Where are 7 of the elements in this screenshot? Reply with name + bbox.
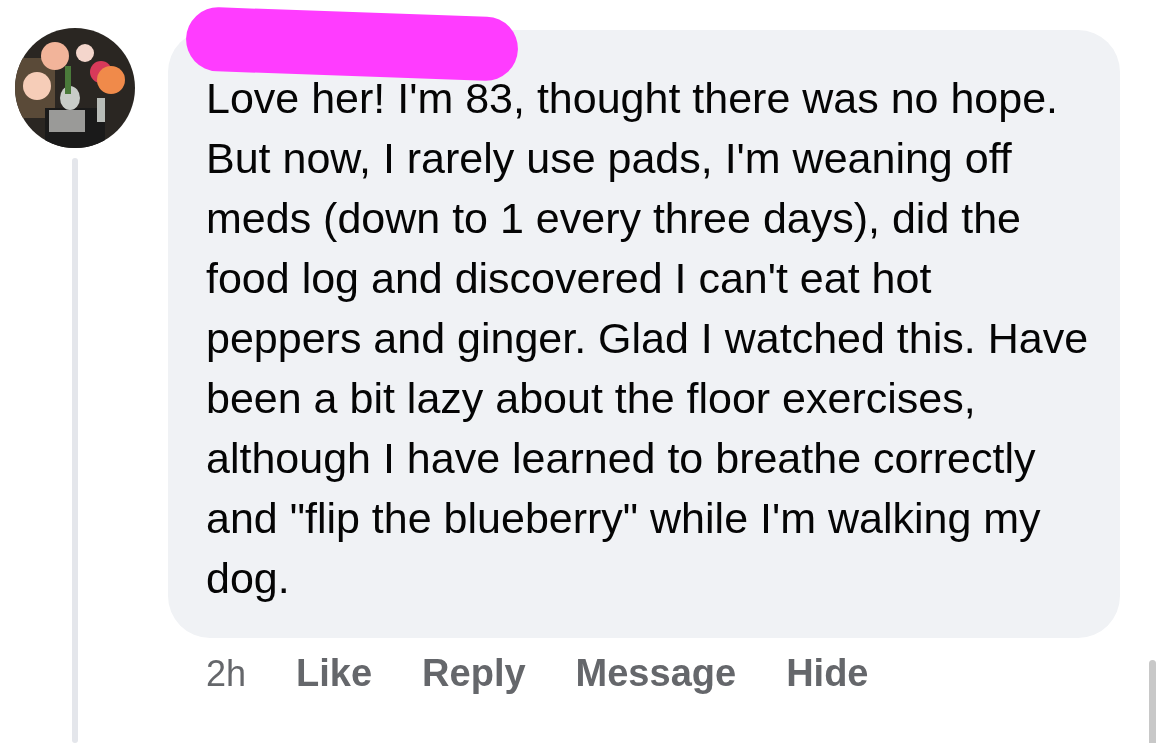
action-link[interactable]: Message — [575, 652, 737, 695]
action-link[interactable]: Reply — [422, 652, 526, 695]
comment-time: 2h — [206, 652, 247, 695]
action-link[interactable]: Like — [296, 652, 373, 695]
action-link[interactable]: Hide — [786, 652, 869, 695]
scrollbar[interactable] — [1149, 660, 1156, 743]
comment-text: Love her! I'm 83, thought there was no hope. But now, I rarely use pads, I'm weaning off meds (down to 1 every three days), did the food log and discovered I can't eat hot peppers and ginger. Glad I watched this. Have been a bit lazy about the floor exercises, although I have learned to breathe correctly and "flip the blueberry" while I'm walking my dog. — [206, 73, 1090, 604]
